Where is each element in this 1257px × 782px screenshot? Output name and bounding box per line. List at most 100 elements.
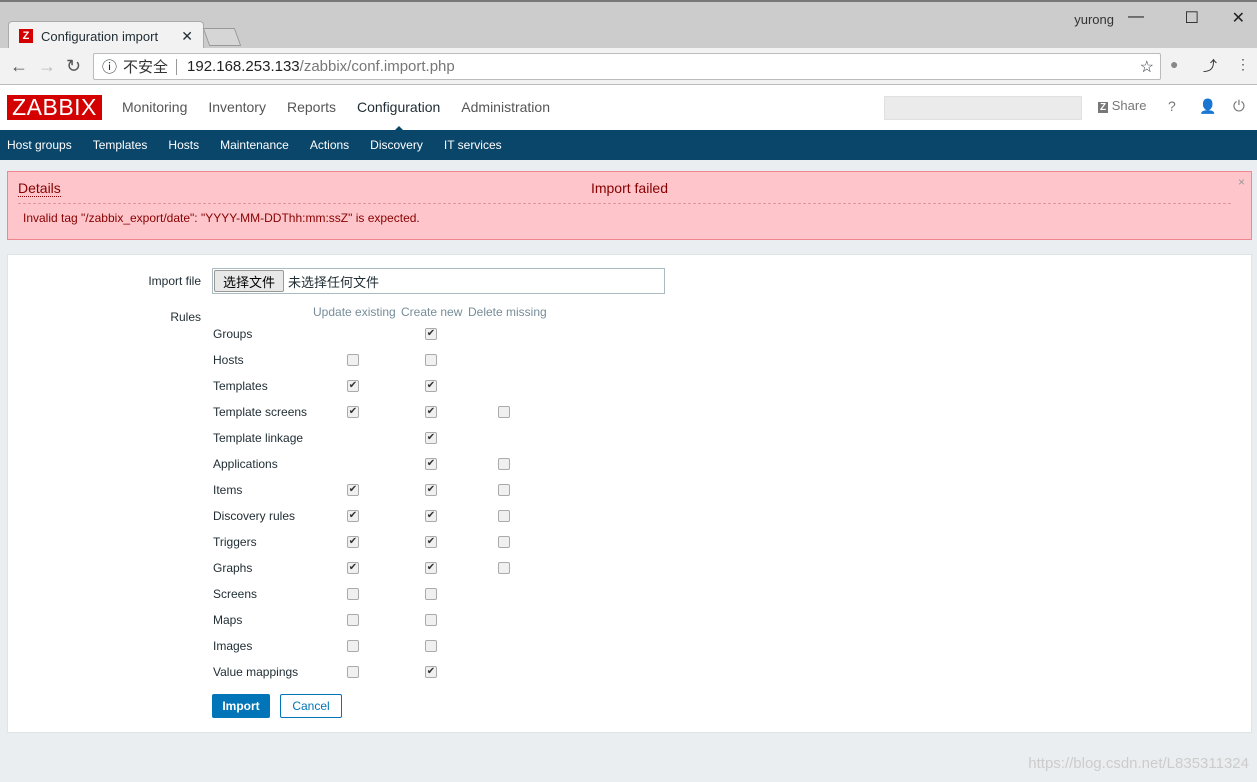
checkbox-delete[interactable]: [498, 536, 510, 548]
close-message-icon[interactable]: ×: [1238, 175, 1245, 189]
rule-label: Triggers: [213, 535, 257, 549]
checkbox-create[interactable]: [425, 614, 437, 626]
translate-extension-icon[interactable]: ⤴: [1203, 56, 1217, 76]
share-link[interactable]: Z Share: [1098, 98, 1146, 113]
rule-label: Screens: [213, 587, 258, 601]
checkbox-update[interactable]: [347, 666, 359, 678]
checkbox-create[interactable]: ✔: [425, 666, 437, 678]
user-profile-icon[interactable]: 👤: [1199, 98, 1216, 115]
subnav-discovery[interactable]: Discovery: [370, 138, 423, 152]
checkbox-create[interactable]: ✔: [425, 406, 437, 418]
rule-label: Template linkage: [213, 431, 304, 445]
import-button[interactable]: Import: [212, 694, 270, 718]
help-icon[interactable]: ?: [1168, 98, 1176, 114]
rule-label: Templates: [213, 379, 268, 393]
checkbox-update[interactable]: ✔: [347, 380, 359, 392]
info-icon[interactable]: ⓘ: [102, 56, 117, 77]
divider: [18, 203, 1231, 204]
cancel-button[interactable]: Cancel: [280, 694, 342, 718]
checkbox-delete[interactable]: [498, 458, 510, 470]
checkbox-create[interactable]: ✔: [425, 510, 437, 522]
menu-configuration[interactable]: Configuration: [357, 99, 440, 132]
menu-administration[interactable]: Administration: [461, 99, 550, 115]
checkbox-create[interactable]: ✔: [425, 432, 437, 444]
checkbox-create[interactable]: [425, 354, 437, 366]
rule-label: Hosts: [213, 353, 244, 367]
bookmark-star-icon[interactable]: ☆: [1140, 57, 1154, 77]
import-file-label: Import file: [148, 274, 201, 288]
sub-menu: Host groups Templates Hosts Maintenance …: [0, 130, 1257, 160]
checkbox-update[interactable]: ✔: [347, 510, 359, 522]
subnav-templates[interactable]: Templates: [93, 138, 148, 152]
checkbox-delete[interactable]: [498, 510, 510, 522]
checkbox-update[interactable]: [347, 614, 359, 626]
checkbox-create[interactable]: ✔: [425, 536, 437, 548]
browser-titlebar: Z Configuration import ✕ yurong — ☐ ✕: [0, 0, 1257, 50]
checkbox-create[interactable]: ✔: [425, 328, 437, 340]
column-delete-missing: Delete missing: [468, 305, 547, 319]
browser-toolbar: ← → ↻ ⓘ 不安全 192.168.253.133/zabbix/conf.…: [0, 48, 1257, 85]
divider: [176, 58, 178, 75]
subnav-hosts[interactable]: Hosts: [168, 138, 199, 152]
checkbox-create[interactable]: ✔: [425, 380, 437, 392]
checkbox-update[interactable]: [347, 588, 359, 600]
checkbox-update[interactable]: ✔: [347, 484, 359, 496]
rule-label: Graphs: [213, 561, 253, 575]
checkbox-delete[interactable]: [498, 562, 510, 574]
checkbox-update[interactable]: [347, 354, 359, 366]
menu-monitoring[interactable]: Monitoring: [122, 99, 187, 115]
error-message: Import failed Details × Invalid tag "/za…: [7, 171, 1252, 240]
subnav-host-groups[interactable]: Host groups: [7, 138, 72, 152]
subnav-actions[interactable]: Actions: [310, 138, 349, 152]
checkbox-create[interactable]: ✔: [425, 562, 437, 574]
forward-icon[interactable]: →: [38, 56, 56, 77]
checkbox-create[interactable]: ✔: [425, 484, 437, 496]
subnav-it-services[interactable]: IT services: [444, 138, 502, 152]
reload-icon[interactable]: ↻: [66, 56, 81, 77]
browser-tab[interactable]: Z Configuration import ✕: [8, 21, 204, 50]
checkbox-delete[interactable]: [498, 406, 510, 418]
rule-label: Items: [213, 483, 243, 497]
rule-label: Value mappings: [213, 665, 299, 679]
import-file-input[interactable]: 选择文件 未选择任何文件: [212, 268, 665, 294]
checkbox-create[interactable]: ✔: [425, 458, 437, 470]
column-create-new: Create new: [401, 305, 463, 319]
message-text: Invalid tag "/zabbix_export/date": "YYYY…: [23, 211, 420, 225]
checkbox-create[interactable]: [425, 640, 437, 652]
search-input[interactable]: [884, 96, 1082, 120]
menu-kebab-icon[interactable]: ⋮: [1236, 56, 1250, 73]
globe-extension-icon[interactable]: ●: [1170, 56, 1178, 72]
zabbix-logo[interactable]: ZABBIX: [7, 94, 102, 120]
watermark: https://blog.csdn.net/L835311324: [1028, 755, 1249, 772]
maximize-icon[interactable]: ☐: [1185, 8, 1199, 28]
checkbox-update[interactable]: ✔: [347, 406, 359, 418]
url-path: /zabbix/conf.import.php: [299, 58, 455, 75]
back-icon[interactable]: ←: [10, 56, 28, 77]
checkbox-delete[interactable]: [498, 484, 510, 496]
no-file-text: 未选择任何文件: [288, 274, 380, 290]
import-form: Import file 选择文件 未选择任何文件 Rules Update ex…: [7, 254, 1252, 733]
rule-label: Maps: [213, 613, 243, 627]
profile-name[interactable]: yurong: [1074, 12, 1114, 27]
new-tab-button[interactable]: [202, 28, 242, 46]
checkbox-update[interactable]: ✔: [347, 562, 359, 574]
checkbox-update[interactable]: ✔: [347, 536, 359, 548]
menu-reports[interactable]: Reports: [287, 99, 336, 115]
checkbox-update[interactable]: [347, 640, 359, 652]
close-tab-icon[interactable]: ✕: [181, 28, 193, 45]
address-bar[interactable]: ⓘ 不安全 192.168.253.133/zabbix/conf.import…: [93, 53, 1161, 80]
minimize-icon[interactable]: —: [1128, 8, 1144, 26]
choose-file-button[interactable]: 选择文件: [214, 270, 285, 292]
close-window-icon[interactable]: ✕: [1232, 8, 1245, 28]
subnav-maintenance[interactable]: Maintenance: [220, 138, 289, 152]
rule-label: Template screens: [213, 405, 308, 419]
main-menu: Monitoring Inventory Reports Configurati…: [122, 99, 550, 132]
checkbox-create[interactable]: [425, 588, 437, 600]
tab-title: Configuration import: [41, 28, 159, 44]
zabbix-favicon-icon: Z: [19, 29, 33, 43]
menu-inventory[interactable]: Inventory: [208, 99, 266, 115]
message-title: Import failed: [590, 180, 669, 196]
sign-out-icon[interactable]: ⏻: [1233, 98, 1245, 115]
security-label: 不安全: [123, 59, 169, 76]
details-link[interactable]: Details: [18, 180, 61, 197]
